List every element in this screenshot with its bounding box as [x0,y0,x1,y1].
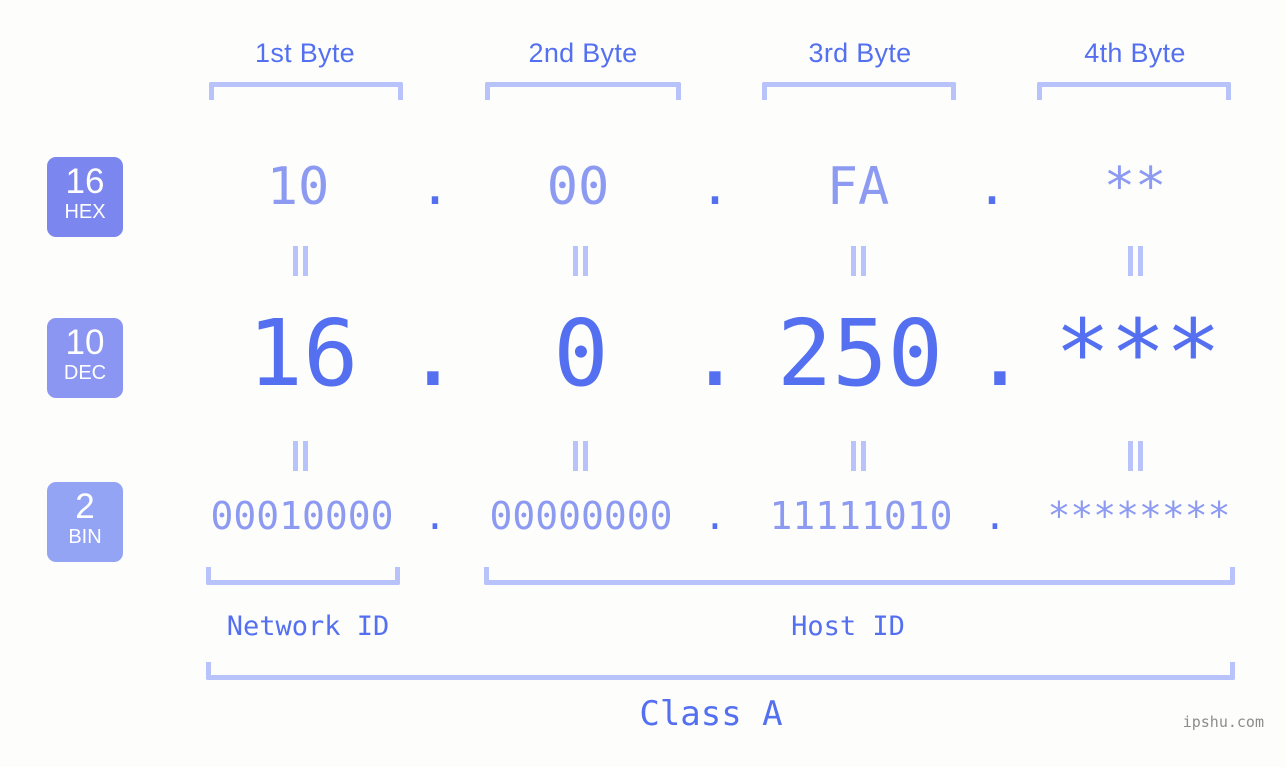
ip-address-breakdown-diagram: 1st Byte 2nd Byte 3rd Byte 4th Byte 16 H… [0,0,1285,767]
host-id-bracket [484,567,1235,585]
dec-byte-3: 250 [776,300,944,407]
bin-byte-1: 00010000 [210,494,394,538]
network-id-bracket [206,567,400,585]
hex-byte-1: 10 [266,157,330,217]
bin-byte-2: 00000000 [489,494,673,538]
hex-byte-4: ** [1103,157,1167,217]
byte-bracket-top-3 [762,82,956,100]
class-label-text: Class A [639,694,783,734]
dec-separator-3: . [972,300,1028,407]
hex-byte-3: FA [826,157,890,217]
bin-separator-2: . [703,494,727,538]
hex-separator-1: . [419,157,451,217]
dec-byte-1: 16 [247,300,359,407]
byte-header-2: 2nd Byte [528,38,638,68]
dec-byte-4: *** [1054,300,1222,407]
dec-separator-1: . [405,300,461,407]
network-id-label: Network ID [226,611,390,642]
bin-separator-3: . [983,494,1007,538]
equality-mark-hex-dec-3 [848,246,870,276]
hex-separator-2: . [699,157,731,217]
equality-mark-dec-bin-2 [570,441,592,471]
byte-bracket-top-1 [209,82,403,100]
dec-byte-2: 0 [553,300,609,407]
byte-bracket-top-2 [485,82,681,100]
bin-byte-3: 11111010 [769,494,953,538]
bin-byte-4: ******** [1047,494,1231,538]
hex-byte-2: 00 [546,157,610,217]
byte-header-1: 1st Byte [255,38,355,68]
equality-mark-hex-dec-2 [570,246,592,276]
hex-separator-3: . [976,157,1008,217]
equality-mark-hex-dec-4 [1125,246,1147,276]
host-id-label: Host ID [791,611,905,642]
byte-header-4: 4th Byte [1084,38,1186,68]
dec-separator-2: . [687,300,743,407]
equality-mark-hex-dec-1 [290,246,312,276]
class-label: Class A [0,694,1285,734]
class-bracket [206,662,1235,680]
dec-value-row: 16 . 0 . 250 . *** [0,298,1285,413]
bin-separator-1: . [423,494,447,538]
equality-mark-dec-bin-4 [1125,441,1147,471]
hex-value-row: 10 . 00 . FA . ** [0,150,1285,230]
bin-value-row: 00010000 . 00000000 . 11111010 . *******… [0,488,1285,548]
equality-mark-dec-bin-1 [290,441,312,471]
byte-header-3: 3rd Byte [808,38,912,68]
equality-mark-dec-bin-3 [848,441,870,471]
byte-bracket-top-4 [1037,82,1231,100]
site-watermark: ipshu.com [1182,713,1264,731]
